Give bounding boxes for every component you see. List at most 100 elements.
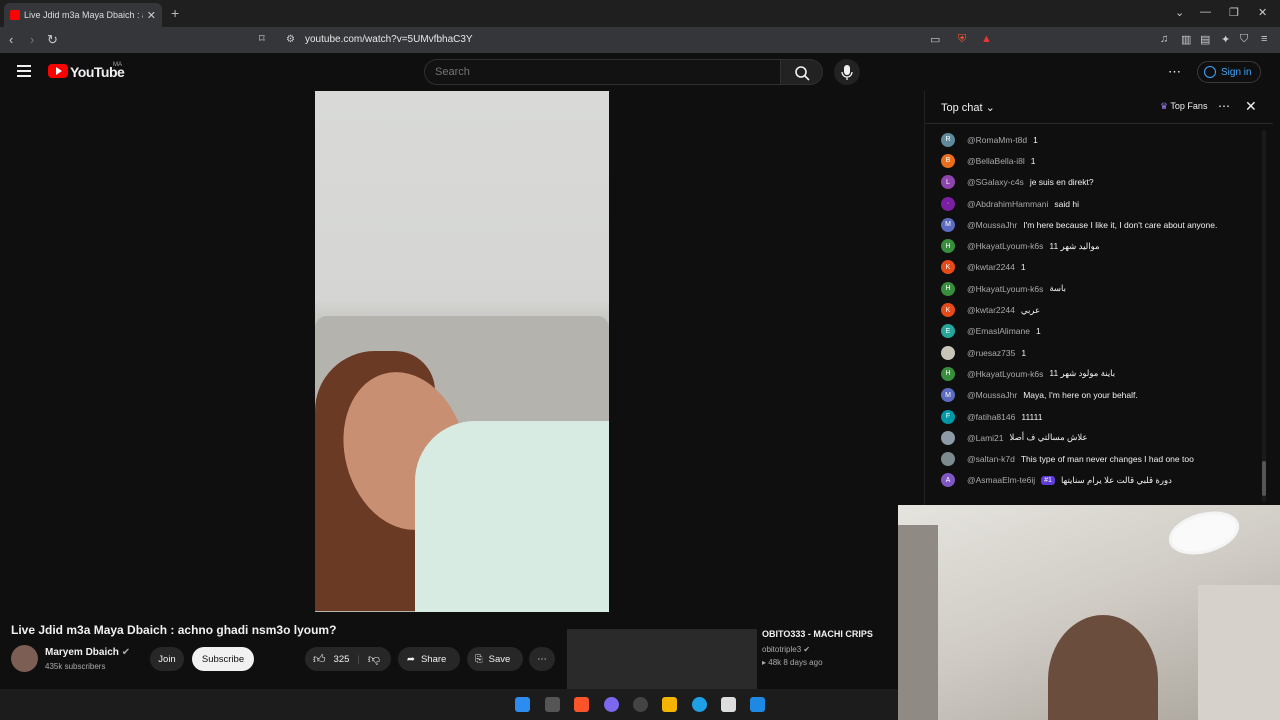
join-button[interactable]: Join [150, 647, 184, 671]
browser-tab[interactable]: Live Jdid m3a Maya Dbaich : a ✕ [4, 3, 162, 27]
chat-avatar[interactable]: M [941, 388, 955, 403]
sidebar-icon[interactable]: ▥ [1181, 33, 1191, 46]
messenger-icon[interactable] [604, 697, 619, 712]
chat-author[interactable]: @kwtar2244 [967, 262, 1015, 272]
chat-scrollbar-thumb[interactable] [1262, 461, 1266, 496]
more-actions-button[interactable]: ⋯ [529, 647, 555, 671]
brave-shields-icon[interactable]: ⛨ [958, 33, 966, 46]
chat-author[interactable]: @HkayatLyoum-k6s [967, 284, 1043, 294]
like-count[interactable]: 325 [334, 654, 350, 665]
chat-author[interactable]: @EmaslAlimane [967, 326, 1030, 336]
chat-message[interactable]: L @SGalaxy-c4s je suis en direkt? [925, 172, 1265, 193]
thumbs-up-icon[interactable]: 👍︎ [313, 652, 326, 667]
voice-search-button[interactable] [834, 59, 860, 85]
chat-author[interactable]: @AsmaaElm-te6ij [967, 475, 1035, 485]
chat-avatar[interactable] [941, 345, 955, 360]
youtube-logo-icon[interactable] [48, 64, 68, 78]
brave-rewards-icon[interactable]: ▲ [981, 33, 992, 45]
chat-avatar[interactable]: H [941, 281, 955, 296]
chat-author[interactable]: @AbdrahimHammani [967, 199, 1048, 209]
channel-avatar[interactable] [11, 645, 38, 672]
chat-mode-dropdown[interactable]: Top chat ⌄ [941, 101, 995, 114]
chat-message[interactable]: @Lami21 علاش مسالتي ف أصلا [925, 427, 1265, 448]
chat-message[interactable]: K @kwtar2244 1 [925, 257, 1265, 278]
chat-message[interactable]: H @HkayatLyoum-k6s باسة [925, 278, 1265, 299]
url-field[interactable]: youtube.com/watch?v=5UMvfbhaC3Y [305, 34, 473, 45]
thumbs-down-icon[interactable]: 👎︎ [368, 652, 380, 667]
chat-message[interactable]: R @RomaMm-t8d 1 [925, 129, 1265, 150]
chat-avatar[interactable]: · [941, 196, 955, 211]
outlook-icon[interactable] [750, 697, 765, 712]
music-icon[interactable]: ♫ [1160, 33, 1168, 45]
close-window-icon[interactable]: ✕ [1258, 6, 1267, 19]
chat-avatar[interactable]: H [941, 239, 955, 254]
chat-message[interactable]: M @MoussaJhr Maya, I'm here on your behalf… [925, 385, 1265, 406]
back-arrow-icon[interactable]: ‹ [9, 32, 13, 47]
leo-icon[interactable]: ✦ [1221, 33, 1230, 46]
chat-avatar[interactable]: B [941, 153, 955, 168]
chat-avatar[interactable]: H [941, 366, 955, 381]
chat-message[interactable]: H @HkayatLyoum-k6s 11 باینة مولود شهر [925, 363, 1265, 384]
recommendation-title[interactable]: OBITO333 - MACHI CRIPS [762, 629, 873, 639]
chatgpt-icon[interactable] [633, 697, 648, 712]
chat-avatar[interactable]: F [941, 409, 955, 424]
store-icon[interactable] [721, 697, 736, 712]
chat-avatar[interactable] [941, 430, 955, 445]
forward-arrow-icon[interactable]: › [30, 32, 34, 47]
chat-more-icon[interactable]: ⋯ [1218, 99, 1230, 113]
chat-avatar[interactable]: K [941, 260, 955, 275]
sign-in-button[interactable]: Sign in [1197, 61, 1261, 83]
share-button[interactable]: ➦ Share [398, 647, 460, 671]
chat-message[interactable]: A @AsmaaElm-te6ij #1 دورة قلبي قالت علا يرا… [925, 470, 1265, 491]
chat-author[interactable]: @saltan-k7d [967, 454, 1015, 464]
menu-icon[interactable]: ≡ [1261, 33, 1267, 45]
search-box[interactable] [424, 59, 781, 85]
chat-author[interactable]: @fatiha8146 [967, 412, 1015, 422]
chat-avatar[interactable]: L [941, 175, 955, 190]
restore-icon[interactable]: ❐ [1229, 6, 1239, 19]
chat-avatar[interactable]: M [941, 217, 955, 232]
chat-message[interactable]: · @AbdrahimHammani said hi [925, 193, 1265, 214]
more-options-icon[interactable]: ⋯ [1168, 64, 1181, 80]
site-info-icon[interactable]: ⚙ [286, 34, 295, 45]
bookmark-icon[interactable]: ⌑ [259, 32, 265, 45]
vpn-icon[interactable]: ⛉ [1240, 33, 1248, 46]
chat-message[interactable]: K @kwtar2244 عربي [925, 299, 1265, 320]
chat-avatar[interactable]: K [941, 303, 955, 318]
channel-name[interactable]: Maryem Dbaich ✔ [45, 647, 130, 658]
chat-avatar[interactable]: A [941, 473, 955, 488]
chat-avatar[interactable] [941, 452, 955, 467]
close-icon[interactable]: ✕ [1245, 98, 1257, 115]
chat-author[interactable]: @MoussaJhr [967, 220, 1017, 230]
chat-author[interactable]: @MoussaJhr [967, 390, 1017, 400]
chat-message[interactable]: H @HkayatLyoum-k6s 11 موالید شهر [925, 235, 1265, 256]
top-fans-button[interactable]: ♛ Top Fans [1160, 101, 1207, 112]
minimize-icon[interactable]: — [1200, 6, 1211, 18]
chat-avatar[interactable]: R [941, 132, 955, 147]
search-button[interactable] [781, 59, 823, 85]
video-player[interactable] [315, 91, 609, 612]
new-tab-button[interactable]: + [171, 5, 179, 21]
chat-author[interactable]: @ruesaz735 [967, 348, 1015, 358]
edge-icon[interactable] [692, 697, 707, 712]
chat-author[interactable]: @HkayatLyoum-k6s [967, 369, 1043, 379]
chat-avatar[interactable]: E [941, 324, 955, 339]
subscribe-button[interactable]: Subscribe [192, 647, 254, 671]
tab-search-icon[interactable]: ⌄ [1175, 6, 1184, 19]
file-explorer-icon[interactable] [662, 697, 677, 712]
chat-author[interactable]: @Lami21 [967, 433, 1004, 443]
close-tab-icon[interactable]: ✕ [147, 9, 156, 22]
hamburger-menu-icon[interactable] [17, 65, 31, 77]
windows-start-icon[interactable] [515, 697, 530, 712]
chat-message[interactable]: E @EmaslAlimane 1 [925, 321, 1265, 342]
chat-message[interactable]: @ruesaz735 1 [925, 342, 1265, 363]
brave-browser-icon[interactable] [574, 697, 589, 712]
save-button[interactable]: ⎘ Save [467, 647, 523, 671]
reload-icon[interactable]: ↻ [47, 32, 58, 48]
recommendation-channel[interactable]: obitotriple3 ✔ [762, 645, 810, 654]
search-input[interactable] [425, 60, 780, 84]
chat-author[interactable]: @BellaBella-i8l [967, 156, 1025, 166]
chat-message[interactable]: M @MoussaJhr I'm here because I like it, I… [925, 214, 1265, 235]
chat-message[interactable]: @saltan-k7d This type of man never change… [925, 448, 1265, 469]
chat-author[interactable]: @RomaMm-t8d [967, 135, 1027, 145]
